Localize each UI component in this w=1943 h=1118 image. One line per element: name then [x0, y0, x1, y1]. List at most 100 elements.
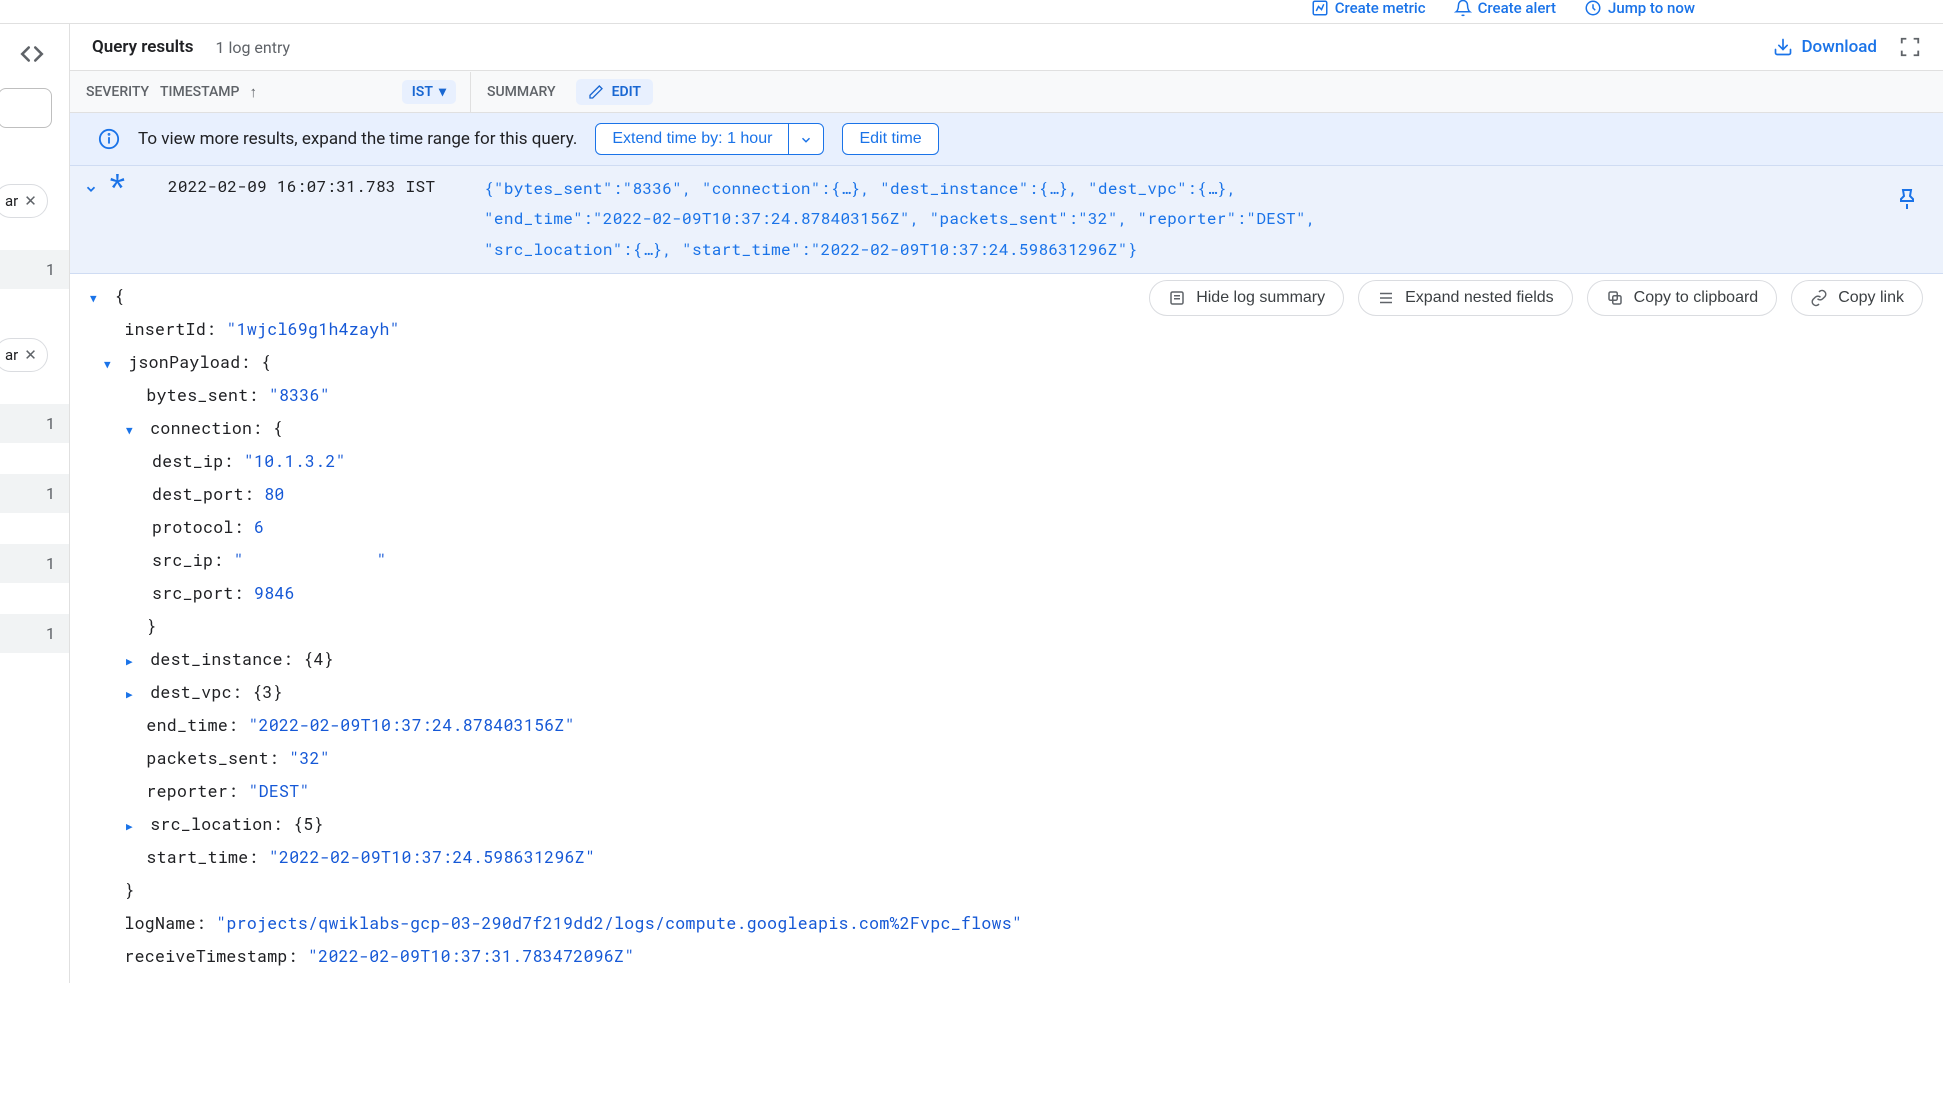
json-row[interactable]: logName: "projects/qwiklabs-gcp-03-290d7… [90, 907, 1929, 940]
start-time-value: 2022-02-09T10:37:24.598631296Z [279, 847, 585, 868]
json-row[interactable]: } [90, 610, 1929, 643]
col-summary[interactable]: SUMMARY [471, 84, 556, 100]
info-icon [98, 128, 120, 150]
chevron-down-icon: ▾ [439, 84, 446, 100]
json-row[interactable]: jsonPayload: { [90, 346, 1929, 379]
create-metric-link[interactable]: Create metric [1311, 0, 1426, 17]
facet-count: 1 [0, 250, 69, 290]
caret-down-icon[interactable] [90, 280, 104, 313]
facet-count: 1 [0, 404, 69, 444]
log-entry-row[interactable]: * 2022-02-09 16:07:31.783 IST {"bytes_se… [70, 165, 1943, 274]
edit-columns-button[interactable]: EDIT [576, 79, 653, 105]
copy-clipboard-button[interactable]: Copy to clipboard [1587, 280, 1778, 316]
log-detail: Hide log summary Expand nested fields Co… [70, 274, 1943, 983]
entry-count: 1 log entry [216, 38, 291, 57]
json-row[interactable]: } [90, 874, 1929, 907]
caret-down-icon[interactable] [126, 412, 140, 445]
json-row[interactable]: dest_ip: "10.1.3.2" [90, 445, 1929, 478]
link-icon [1810, 289, 1828, 307]
col-timestamp-label: TIMESTAMP [160, 84, 239, 100]
jump-to-now-label: Jump to now [1608, 0, 1695, 17]
timezone-select[interactable]: IST ▾ [402, 80, 456, 104]
copy-clipboard-label: Copy to clipboard [1634, 289, 1759, 307]
json-row[interactable]: bytes_sent: "8336" [90, 379, 1929, 412]
json-row[interactable]: src_port: 9846 [90, 577, 1929, 610]
download-button[interactable]: Download [1773, 37, 1877, 57]
protocol-value: 6 [254, 517, 264, 538]
json-row[interactable]: reporter: "DEST" [90, 775, 1929, 808]
json-row[interactable]: end_time: "2022-02-09T10:37:24.878403156… [90, 709, 1929, 742]
caret-right-icon[interactable] [126, 676, 140, 709]
json-row[interactable]: dest_vpc: {3} [90, 676, 1929, 709]
create-alert-link[interactable]: Create alert [1454, 0, 1556, 17]
results-header: Query results 1 log entry Download [70, 24, 1943, 71]
dest-ip-value: 10.1.3.2 [254, 451, 336, 472]
copy-icon [1606, 289, 1624, 307]
log-timestamp: 2022-02-09 16:07:31.783 IST [136, 174, 466, 197]
edit-time-button[interactable]: Edit time [842, 123, 938, 155]
banner-message: To view more results, expand the time ra… [138, 129, 577, 149]
json-row[interactable]: packets_sent: "32" [90, 742, 1929, 775]
filter-chip-2-label: ar [5, 346, 18, 364]
code-icon [19, 41, 45, 67]
dest-port-value: 80 [264, 484, 284, 505]
expand-nested-label: Expand nested fields [1405, 289, 1554, 307]
facet-count: 1 [0, 544, 69, 584]
col-severity[interactable]: SEVERITY [84, 84, 160, 100]
filter-chip-1[interactable]: ar ✕ [0, 184, 48, 218]
hide-summary-label: Hide log summary [1196, 289, 1325, 307]
fullscreen-button[interactable] [1899, 36, 1921, 58]
log-summary: {"bytes_sent":"8336", "connection":{…}, … [476, 174, 1867, 265]
columns-header: SEVERITY TIMESTAMP ↑ IST ▾ SUMMARY EDIT [70, 71, 1943, 113]
json-row[interactable]: src_ip: " " [90, 544, 1929, 577]
json-row[interactable]: receiveTimestamp: "2022-02-09T10:37:31.7… [90, 940, 1929, 973]
extend-time-dropdown[interactable] [789, 123, 824, 155]
jump-icon [1584, 0, 1602, 17]
src-location-count: 5 [303, 814, 313, 835]
extend-time-button[interactable]: Extend time by: 1 hour [595, 123, 789, 155]
expand-icon [1377, 289, 1395, 307]
dest-vpc-count: 3 [262, 682, 272, 703]
fullscreen-icon [1899, 36, 1921, 58]
filter-chip-2[interactable]: ar ✕ [0, 338, 48, 372]
code-toggle-button[interactable] [10, 36, 54, 72]
close-icon[interactable]: ✕ [24, 192, 37, 210]
hide-summary-button[interactable]: Hide log summary [1149, 280, 1344, 316]
reporter-value: DEST [259, 781, 300, 802]
pin-button[interactable] [1877, 174, 1929, 212]
close-icon[interactable]: ✕ [24, 346, 37, 364]
json-row[interactable]: connection: { [90, 412, 1929, 445]
col-timestamp[interactable]: TIMESTAMP ↑ IST ▾ [160, 80, 470, 104]
download-icon [1773, 37, 1793, 57]
json-row[interactable]: start_time: "2022-02-09T10:37:24.5986312… [90, 841, 1929, 874]
json-row[interactable]: dest_port: 80 [90, 478, 1929, 511]
timezone-label: IST [412, 84, 433, 100]
note-icon [1168, 289, 1186, 307]
packets-sent-value: 32 [299, 748, 319, 769]
left-sidebar: ar ✕ 1 ar ✕ 1 1 1 1 [0, 24, 70, 983]
json-row[interactable]: insertId: "1wjcl69g1h4zayh" [90, 313, 1929, 346]
caret-right-icon[interactable] [126, 808, 140, 841]
json-row[interactable]: protocol: 6 [90, 511, 1929, 544]
caret-down-icon[interactable] [104, 346, 118, 379]
end-time-value: 2022-02-09T10:37:24.878403156Z [259, 715, 565, 736]
src-ip-value [244, 550, 254, 571]
caret-right-icon[interactable] [126, 643, 140, 676]
json-tree: { insertId: "1wjcl69g1h4zayh" jsonPayloa… [84, 280, 1929, 973]
summary-line: {"bytes_sent":"8336", "connection":{…}, … [484, 174, 1867, 204]
json-row[interactable]: src_location: {5} [90, 808, 1929, 841]
expand-nested-button[interactable]: Expand nested fields [1358, 280, 1573, 316]
copy-link-label: Copy link [1838, 289, 1904, 307]
json-row[interactable]: dest_instance: {4} [90, 643, 1929, 676]
pin-icon [1895, 187, 1919, 211]
filter-chip-1-label: ar [5, 192, 18, 210]
create-metric-label: Create metric [1335, 0, 1426, 17]
facet-count: 1 [0, 614, 69, 654]
collapse-icon[interactable] [84, 174, 98, 197]
chevron-down-icon [799, 133, 813, 147]
summary-line: "src_location":{…}, "start_time":"2022-0… [484, 235, 1867, 265]
edit-label: EDIT [612, 84, 641, 100]
jump-to-now-link[interactable]: Jump to now [1584, 0, 1695, 17]
copy-link-button[interactable]: Copy link [1791, 280, 1923, 316]
bytes-sent-value: 8336 [279, 385, 320, 406]
